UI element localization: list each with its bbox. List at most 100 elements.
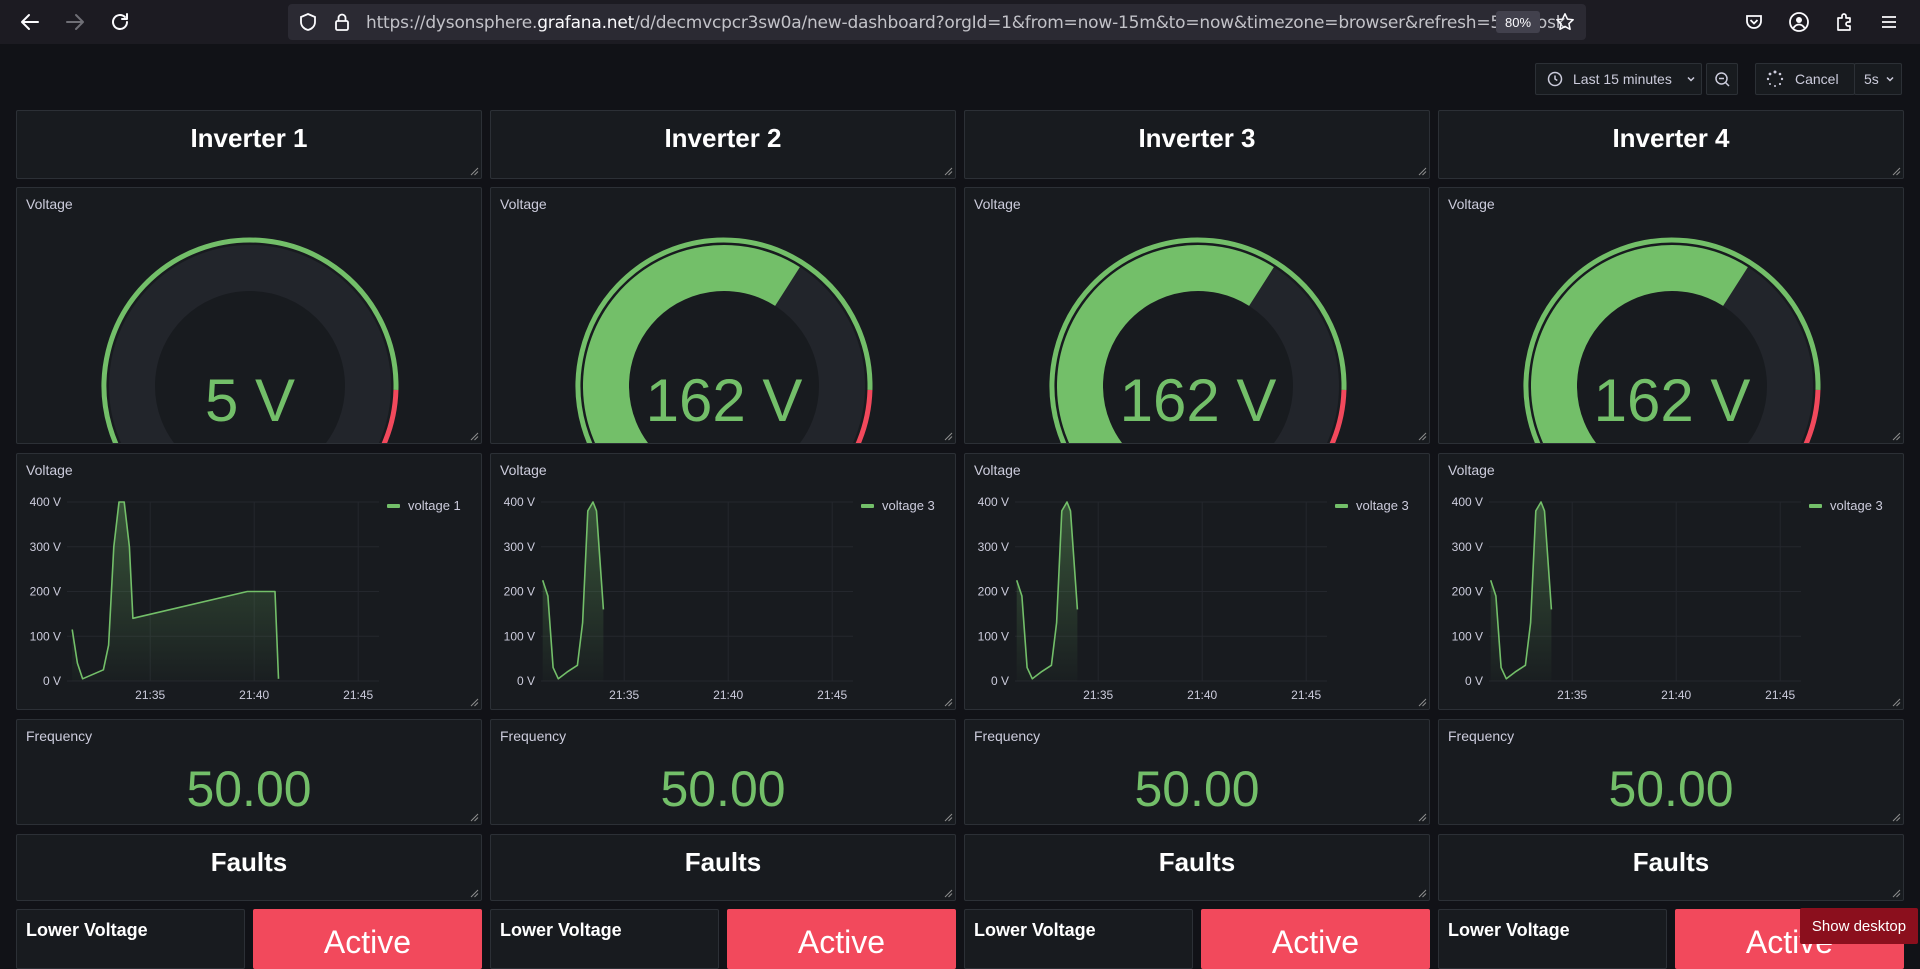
resize-handle-icon[interactable] bbox=[1417, 812, 1427, 822]
resize-handle-icon[interactable] bbox=[469, 888, 479, 898]
fault-status-text: Active bbox=[323, 924, 412, 960]
legend-label: voltage 3 bbox=[1830, 498, 1883, 513]
faults-title: Faults bbox=[210, 847, 288, 877]
voltage-gauge: 5 V bbox=[101, 237, 399, 443]
fault-status-text: Active bbox=[797, 924, 886, 960]
resize-handle-icon[interactable] bbox=[943, 812, 953, 822]
voltage-timeseries-panel: Voltage 400 V 300 V 200 V 100 V0 V 21:35 21:4… bbox=[1438, 453, 1904, 710]
menu-icon[interactable] bbox=[1877, 10, 1901, 34]
faults-title: Faults bbox=[684, 847, 762, 877]
reload-button[interactable] bbox=[106, 8, 134, 36]
voltage-gauge-panel: Voltage 162 V bbox=[964, 187, 1430, 444]
forward-button[interactable] bbox=[61, 8, 89, 36]
voltage-chart: 400 V 300 V 200 V 100 V 0 V 21:35 21:40 21:45 vo… bbox=[1452, 495, 1883, 702]
resize-handle-icon[interactable] bbox=[1891, 697, 1901, 707]
resize-handle-icon[interactable] bbox=[1417, 697, 1427, 707]
resize-handle-icon[interactable] bbox=[1417, 166, 1427, 176]
gauge-value-text: 162 V bbox=[1594, 367, 1751, 434]
reload-icon bbox=[112, 13, 128, 30]
resize-handle-icon[interactable] bbox=[943, 431, 953, 441]
resize-handle-icon[interactable] bbox=[469, 697, 479, 707]
legend-label: voltage 3 bbox=[1356, 498, 1409, 513]
legend-label: voltage 3 bbox=[882, 498, 935, 513]
panel-title: Frequency bbox=[26, 728, 93, 744]
y-tick-label: 100 V bbox=[30, 629, 61, 643]
legend-swatch bbox=[1335, 504, 1348, 508]
cancel-label: Cancel bbox=[1795, 71, 1839, 87]
arrow-left-icon bbox=[21, 14, 39, 30]
resize-handle-icon[interactable] bbox=[469, 431, 479, 441]
time-controls: Last 15 minutes bbox=[1535, 63, 1738, 95]
shield-icon[interactable] bbox=[298, 12, 318, 32]
inverter-title: Inverter 3 bbox=[1138, 123, 1256, 153]
extensions-icon[interactable] bbox=[1832, 10, 1856, 34]
gauge-value-text: 5 V bbox=[205, 367, 295, 434]
pocket-icon[interactable] bbox=[1742, 10, 1766, 34]
lower-voltage-title: Lower Voltage bbox=[1448, 920, 1570, 940]
faults-title: Faults bbox=[1158, 847, 1236, 877]
faults-title-panel: Faults bbox=[16, 834, 482, 901]
lower-voltage-panel: Lower Voltage bbox=[16, 909, 245, 969]
lock-icon[interactable] bbox=[332, 12, 352, 32]
gauge-value-text: 162 V bbox=[1120, 367, 1277, 434]
zoom-out-button[interactable] bbox=[1706, 63, 1738, 95]
resize-handle-icon[interactable] bbox=[943, 697, 953, 707]
resize-handle-icon[interactable] bbox=[943, 888, 953, 898]
x-tick-label: 21:40 bbox=[1661, 688, 1691, 702]
frequency-value: 50.00 bbox=[660, 761, 786, 817]
resize-handle-icon[interactable] bbox=[1891, 888, 1901, 898]
inverter-title-panel: Inverter 4 bbox=[1438, 110, 1904, 179]
voltage-gauge: 162 V bbox=[1523, 237, 1821, 443]
bookmark-star-icon[interactable] bbox=[1555, 12, 1575, 32]
resize-handle-icon[interactable] bbox=[1891, 166, 1901, 176]
frequency-value: 50.00 bbox=[186, 761, 312, 817]
time-range-picker[interactable]: Last 15 minutes bbox=[1535, 63, 1702, 95]
faults-title: Faults bbox=[1632, 847, 1710, 877]
zoom-level[interactable]: 80% bbox=[1496, 11, 1540, 33]
resize-handle-icon[interactable] bbox=[1417, 431, 1427, 441]
chevron-down-icon bbox=[1886, 76, 1894, 82]
gauge-value-text: 162 V bbox=[646, 367, 803, 434]
refresh-interval-picker[interactable]: 5s bbox=[1854, 63, 1902, 95]
y-tick-label: 100 V bbox=[978, 629, 1009, 643]
panel-title: Frequency bbox=[974, 728, 1041, 744]
y-tick-label: 100 V bbox=[1452, 629, 1483, 643]
frequency-panel: Frequency 50.00 bbox=[1438, 719, 1904, 825]
y-tick-label: 200 V bbox=[1452, 585, 1483, 599]
x-tick-label: 21:35 bbox=[1083, 688, 1113, 702]
lower-voltage-panel: Lower Voltage bbox=[490, 909, 719, 969]
lower-voltage-panel: Lower Voltage bbox=[964, 909, 1193, 969]
back-button[interactable] bbox=[16, 8, 44, 36]
inverter-title: Inverter 4 bbox=[1612, 123, 1730, 153]
voltage-timeseries-panel: Voltage 400 V 300 V 200 V 100 V0 V 21:35 21:4… bbox=[490, 453, 956, 710]
resize-handle-icon[interactable] bbox=[943, 166, 953, 176]
resize-handle-icon[interactable] bbox=[469, 166, 479, 176]
x-tick-label: 21:45 bbox=[1765, 688, 1795, 702]
y-tick-label: 200 V bbox=[504, 585, 535, 599]
address-bar[interactable]: https://dysonsphere.grafana.net/d/decmvc… bbox=[288, 4, 1586, 40]
x-tick-label: 21:45 bbox=[817, 688, 847, 702]
voltage-chart: 400 V 300 V 200 V 100 V 0 V 21:35 21:40 21:45 vo… bbox=[504, 495, 935, 702]
resize-handle-icon[interactable] bbox=[1891, 431, 1901, 441]
x-tick-label: 21:35 bbox=[1557, 688, 1587, 702]
legend-swatch bbox=[387, 504, 400, 508]
x-tick-label: 21:45 bbox=[343, 688, 373, 702]
resize-handle-icon[interactable] bbox=[1891, 812, 1901, 822]
frequency-value: 50.00 bbox=[1608, 761, 1734, 817]
panel-title: Frequency bbox=[1448, 728, 1515, 744]
clock-icon bbox=[1547, 71, 1563, 87]
show-desktop-button[interactable]: Show desktop bbox=[1800, 908, 1918, 944]
resize-handle-icon[interactable] bbox=[469, 812, 479, 822]
resize-handle-icon[interactable] bbox=[1417, 888, 1427, 898]
account-icon[interactable] bbox=[1787, 10, 1811, 34]
voltage-gauge: 162 V bbox=[1049, 237, 1347, 443]
voltage-timeseries-panel: Voltage 400 V 300 V 200 V 100 V0 V 21:35 21:4… bbox=[16, 453, 482, 710]
fault-status-text: Active bbox=[1271, 924, 1360, 960]
refresh-controls: Cancel 5s bbox=[1755, 63, 1902, 95]
y-tick-label: 200 V bbox=[978, 585, 1009, 599]
y-tick-label: 0 V bbox=[43, 674, 61, 688]
cancel-button[interactable]: Cancel bbox=[1755, 63, 1855, 95]
lower-voltage-panel: Lower Voltage bbox=[1438, 909, 1667, 969]
y-tick-label: 400 V bbox=[30, 495, 61, 509]
url-text[interactable]: https://dysonsphere.grafana.net/d/decmvc… bbox=[366, 13, 1566, 33]
